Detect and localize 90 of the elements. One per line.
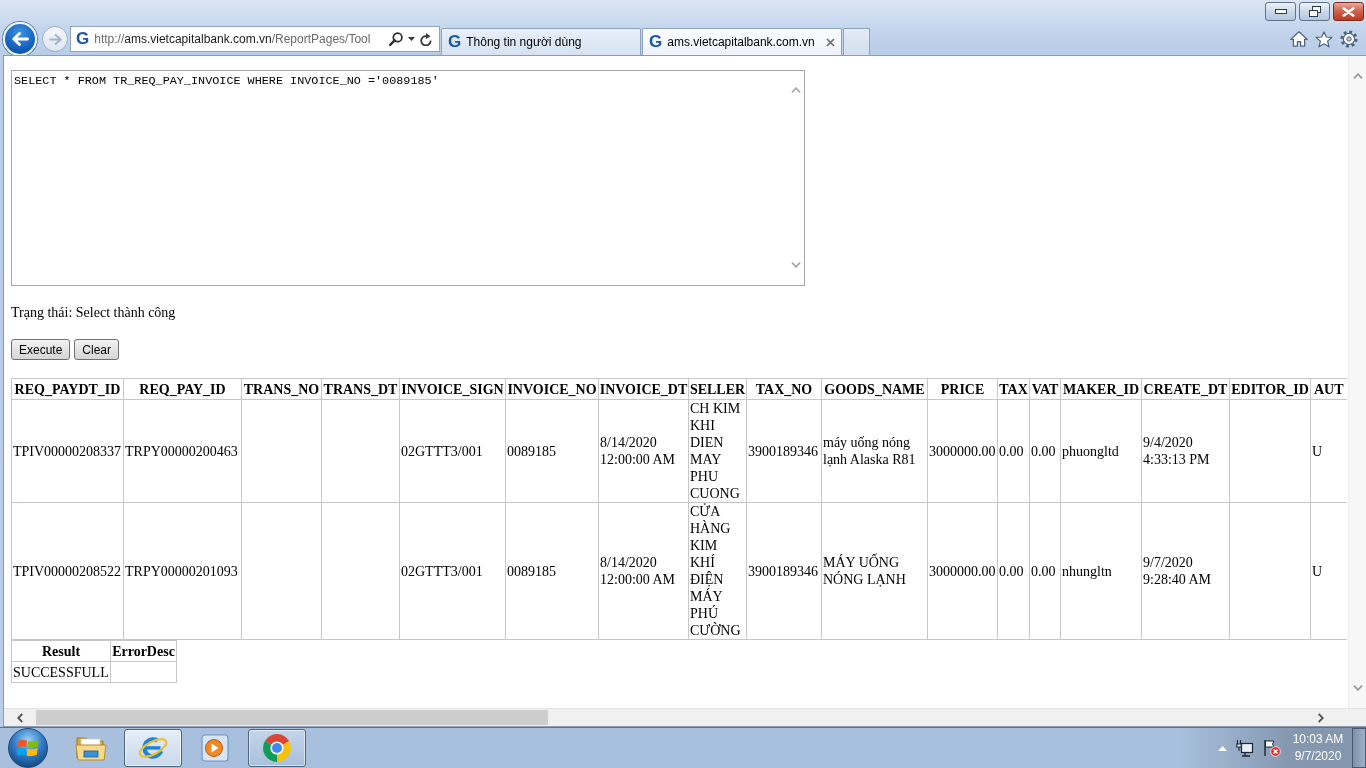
column-header: GOODS_NAME <box>821 378 928 400</box>
minimize-button[interactable] <box>1265 2 1296 21</box>
clock-date: 9/7/2020 <box>1294 748 1342 765</box>
start-button[interactable] <box>8 728 48 768</box>
table-cell: 0.00 <box>997 399 1030 503</box>
table-cell: nhungltn <box>1060 502 1142 640</box>
chevron-left-icon[interactable] <box>17 712 23 723</box>
column-header: REQ_PAYDT_ID <box>11 378 124 400</box>
table-cell: 9/4/2020 4:33:13 PM <box>1141 399 1230 503</box>
taskbar-button[interactable] <box>248 729 306 767</box>
show-desktop-button[interactable] <box>1352 728 1366 768</box>
site-logo: G <box>76 30 90 48</box>
table-cell: MÁY UỐNG NÓNG LẠNH <box>821 502 928 640</box>
table-cell: 02GTTT3/001 <box>399 502 506 640</box>
column-header: ErrorDesc <box>110 640 177 662</box>
close-icon[interactable] <box>826 37 835 47</box>
table-cell: TRPY00000200463 <box>123 399 242 503</box>
table-cell: 0089185 <box>505 399 599 503</box>
restore-button[interactable] <box>1299 2 1330 21</box>
table-cell: 3000000.00 <box>927 399 998 503</box>
table-cell: 3900189346 <box>746 399 822 503</box>
column-header: INVOICE_SIGN <box>399 378 506 400</box>
table-cell: 0.00 <box>1029 502 1061 640</box>
browser-tab[interactable]: G ams.vietcapitalbank.com.vn <box>642 28 842 55</box>
caret-icon[interactable] <box>408 37 415 41</box>
column-header: SELLER <box>688 378 747 400</box>
table-cell: TPIV00000208337 <box>11 399 124 503</box>
close-icon <box>1342 6 1355 17</box>
column-header: REQ_PAY_ID <box>123 378 242 400</box>
column-header: AUT <box>1310 378 1347 400</box>
column-header: TRANS_DT <box>321 378 400 400</box>
table-cell: phuongltd <box>1060 399 1142 503</box>
address-field[interactable]: G http://ams.vietcapitalbank.com.vn/ReportPages/Tool <box>70 26 440 52</box>
minimize-icon <box>1274 9 1287 14</box>
column-header: TRANS_NO <box>241 378 322 400</box>
table-cell: TPIV00000208522 <box>11 502 124 640</box>
table-cell: 0.00 <box>997 502 1030 640</box>
home-icon[interactable] <box>1290 31 1308 47</box>
site-logo: G <box>448 33 462 51</box>
folder-icon <box>75 734 107 762</box>
table-cell: 8/14/2020 12:00:00 AM <box>598 399 689 503</box>
search-icon[interactable] <box>389 32 403 46</box>
flag-logo-icon <box>17 738 39 758</box>
table-cell: CỬA HÀNG KIM KHÍ ĐIỆN MÁY PHÚ CƯỜNG <box>688 502 747 640</box>
table-cell: 3000000.00 <box>927 502 998 640</box>
table-cell: 0089185 <box>505 502 599 640</box>
media-player-icon <box>201 734 229 762</box>
column-header: CREATE_DT <box>1141 378 1230 400</box>
action-button[interactable]: Execute <box>11 339 71 360</box>
refresh-icon[interactable] <box>420 32 432 46</box>
round-logo-icon <box>262 733 292 763</box>
column-header: VAT <box>1029 378 1061 400</box>
table-cell: 02GTTT3/001 <box>399 399 506 503</box>
vertical-scrollbar[interactable] <box>1348 56 1366 708</box>
table-cell: 8/14/2020 12:00:00 AM <box>598 502 689 640</box>
star-icon[interactable] <box>1315 30 1333 48</box>
table-cell: 0.00 <box>1029 399 1061 503</box>
table-cell: SUCCESSFULL <box>11 661 111 683</box>
status-text: Trạng thái: Select thành công <box>11 305 176 321</box>
column-header: TAX_NO <box>746 378 822 400</box>
column-header: PRICE <box>927 378 998 400</box>
back-button[interactable] <box>3 22 37 56</box>
table-cell: máy uống nóng lạnh Alaska R81 <box>821 399 928 503</box>
column-header: INVOICE_NO <box>505 378 599 400</box>
flag-error-icon[interactable] <box>1263 739 1281 757</box>
clock-time: 10:03 AM <box>1292 731 1344 748</box>
restore-icon <box>1308 6 1321 17</box>
column-header: EDITOR_ID <box>1229 378 1311 400</box>
chevron-up-icon[interactable] <box>1352 73 1363 79</box>
network-icon[interactable] <box>1236 739 1254 757</box>
horizontal-scrollbar[interactable] <box>4 708 1366 726</box>
column-header: TAX <box>997 378 1030 400</box>
column-header: INVOICE_DT <box>598 378 689 400</box>
browser-tab[interactable]: G Thông tin người dùng <box>441 28 641 55</box>
right-arrow-icon <box>48 33 62 45</box>
action-button[interactable]: Clear <box>74 339 120 360</box>
scrollbar-thumb[interactable] <box>36 710 548 725</box>
close-button[interactable] <box>1333 2 1364 21</box>
taskbar-button[interactable] <box>124 729 182 767</box>
column-header: Result <box>11 640 111 662</box>
site-logo: G <box>649 33 663 51</box>
settings-icon[interactable] <box>1340 30 1358 48</box>
table-cell: CH KIM KHI DIEN MAY PHU CUONG <box>688 399 747 503</box>
column-header: MAKER_ID <box>1060 378 1142 400</box>
left-arrow-icon <box>11 32 29 46</box>
chevron-right-icon[interactable] <box>1318 712 1324 723</box>
table-cell: 3900189346 <box>746 502 822 640</box>
table-cell: TRPY00000201093 <box>123 502 242 640</box>
table-cell: 9/7/2020 9:28:40 AM <box>1141 502 1230 640</box>
chevron-down-icon[interactable] <box>1352 685 1363 691</box>
